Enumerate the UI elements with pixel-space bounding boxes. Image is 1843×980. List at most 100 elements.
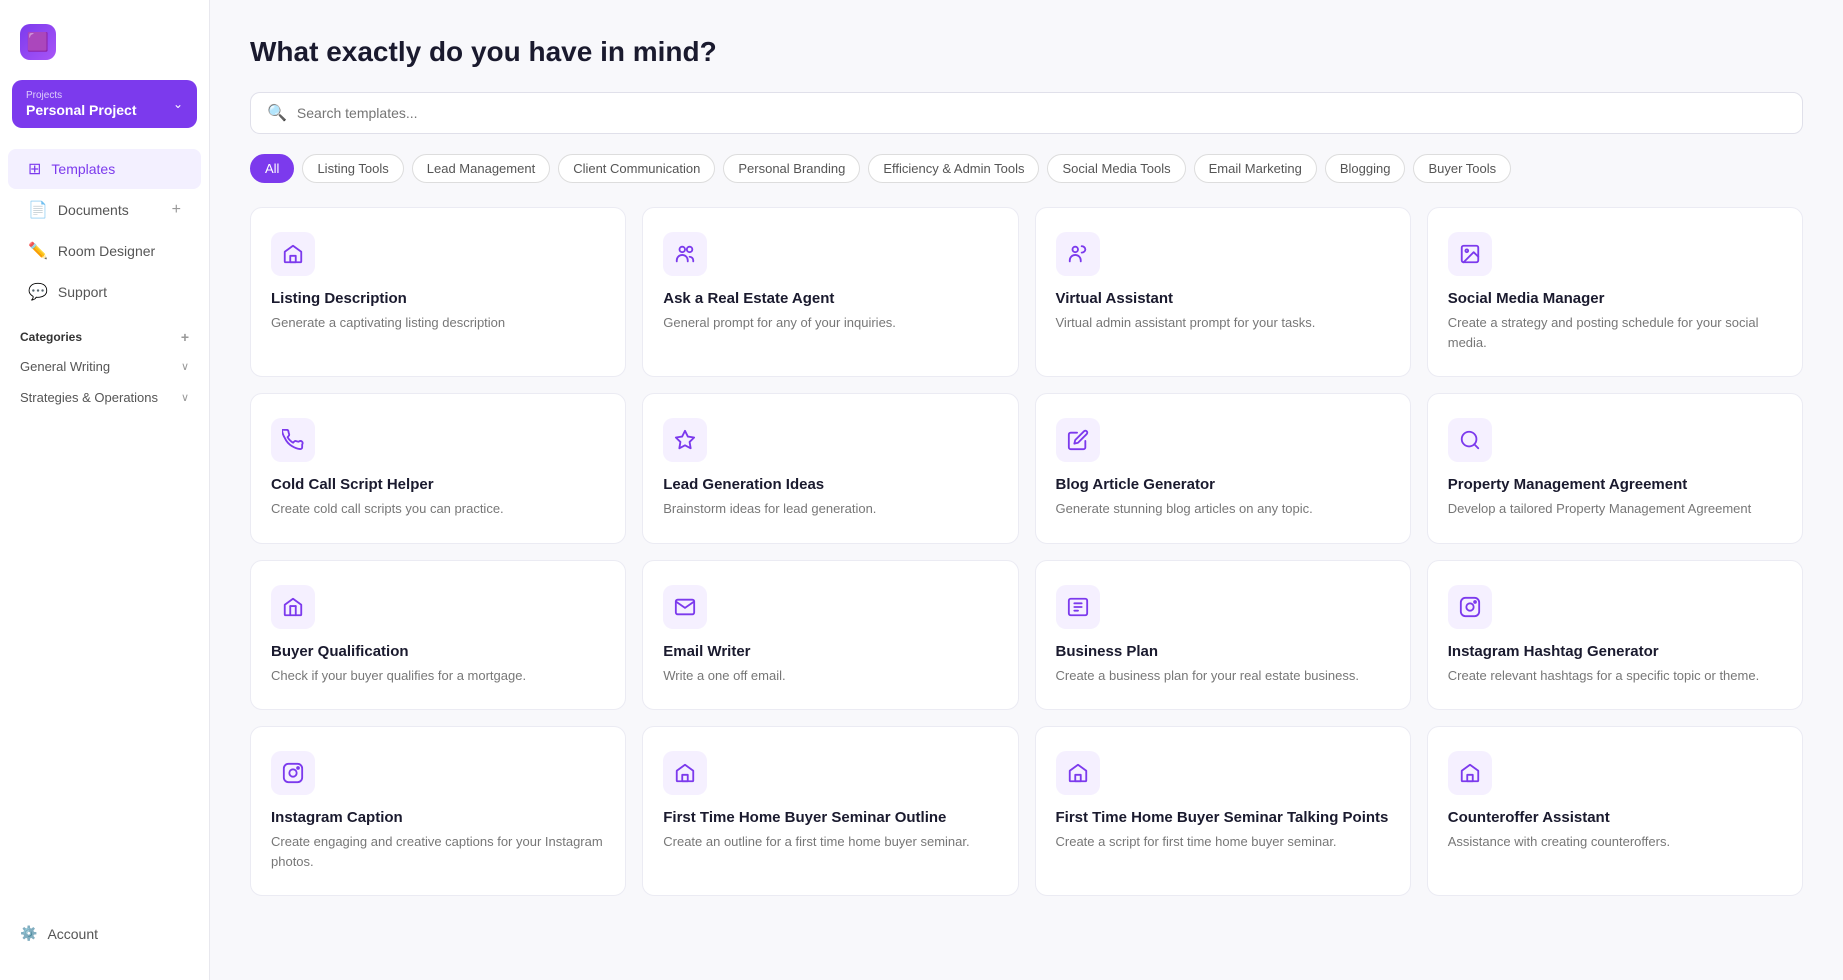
card-icon-counteroffer-assistant	[1448, 751, 1492, 795]
card-desc-business-plan: Create a business plan for your real est…	[1056, 666, 1390, 686]
card-icon-ask-real-estate-agent	[663, 232, 707, 276]
filter-tag-blogging[interactable]: Blogging	[1325, 154, 1406, 183]
card-title-instagram-hashtag-generator: Instagram Hashtag Generator	[1448, 643, 1782, 660]
filter-tag-buyer-tools[interactable]: Buyer Tools	[1413, 154, 1511, 183]
card-blog-article-generator[interactable]: Blog Article Generator Generate stunning…	[1035, 393, 1411, 544]
card-title-property-management-agreement: Property Management Agreement	[1448, 476, 1782, 493]
filter-tag-efficiency-admin[interactable]: Efficiency & Admin Tools	[868, 154, 1039, 183]
category-item-general-writing[interactable]: General Writing ∨	[0, 351, 209, 382]
add-document-button[interactable]: +	[172, 201, 181, 219]
card-title-first-time-home-buyer-talking-points: First Time Home Buyer Seminar Talking Po…	[1056, 809, 1390, 826]
filter-tags: All Listing Tools Lead Management Client Co…	[250, 154, 1803, 183]
card-desc-virtual-assistant: Virtual admin assistant prompt for your …	[1056, 313, 1390, 333]
card-ask-real-estate-agent[interactable]: Ask a Real Estate Agent General prompt f…	[642, 207, 1018, 377]
page-title: What exactly do you have in mind?	[250, 36, 1803, 68]
nav-label-room-designer: Room Designer	[58, 243, 155, 259]
gear-icon: ⚙️	[20, 925, 37, 942]
add-category-button[interactable]: +	[181, 329, 189, 345]
card-desc-first-time-home-buyer-outline: Create an outline for a first time home …	[663, 832, 997, 852]
category-label-general-writing: General Writing	[20, 359, 110, 374]
card-icon-instagram-caption	[271, 751, 315, 795]
nav-label-support: Support	[58, 284, 107, 300]
card-title-buyer-qualification: Buyer Qualification	[271, 643, 605, 660]
logo-area: 🟪	[0, 16, 209, 80]
card-instagram-hashtag-generator[interactable]: Instagram Hashtag Generator Create relev…	[1427, 560, 1803, 711]
card-desc-first-time-home-buyer-talking-points: Create a script for first time home buye…	[1056, 832, 1390, 852]
project-label: Projects	[26, 90, 137, 101]
card-lead-generation-ideas[interactable]: Lead Generation Ideas Brainstorm ideas f…	[642, 393, 1018, 544]
filter-tag-all[interactable]: All	[250, 154, 294, 183]
card-property-management-agreement[interactable]: Property Management Agreement Develop a …	[1427, 393, 1803, 544]
nav-label-templates: Templates	[51, 161, 115, 177]
room-designer-icon: ✏️	[28, 241, 48, 261]
account-item[interactable]: ⚙️ Account	[8, 915, 201, 952]
cards-grid: Listing Description Generate a captivati…	[250, 207, 1803, 896]
card-title-blog-article-generator: Blog Article Generator	[1056, 476, 1390, 493]
card-desc-property-management-agreement: Develop a tailored Property Management A…	[1448, 499, 1782, 519]
card-social-media-manager[interactable]: Social Media Manager Create a strategy a…	[1427, 207, 1803, 377]
card-listing-description[interactable]: Listing Description Generate a captivati…	[250, 207, 626, 377]
card-icon-lead-generation-ideas	[663, 418, 707, 462]
card-icon-blog-article-generator	[1056, 418, 1100, 462]
sidebar-item-support[interactable]: 💬 Support	[8, 272, 201, 312]
filter-tag-email-marketing[interactable]: Email Marketing	[1194, 154, 1317, 183]
card-icon-first-time-home-buyer-talking-points	[1056, 751, 1100, 795]
card-desc-instagram-hashtag-generator: Create relevant hashtags for a specific …	[1448, 666, 1782, 686]
sidebar-bottom: ⚙️ Account	[0, 903, 209, 964]
card-desc-lead-generation-ideas: Brainstorm ideas for lead generation.	[663, 499, 997, 519]
filter-tag-listing-tools[interactable]: Listing Tools	[302, 154, 403, 183]
support-icon: 💬	[28, 282, 48, 302]
card-desc-listing-description: Generate a captivating listing descripti…	[271, 313, 605, 333]
category-item-strategies-operations[interactable]: Strategies & Operations ∨	[0, 382, 209, 413]
search-bar: 🔍	[250, 92, 1803, 134]
card-title-business-plan: Business Plan	[1056, 643, 1390, 660]
card-desc-ask-real-estate-agent: General prompt for any of your inquiries…	[663, 313, 997, 333]
card-desc-counteroffer-assistant: Assistance with creating counteroffers.	[1448, 832, 1782, 852]
card-icon-first-time-home-buyer-outline	[663, 751, 707, 795]
filter-tag-client-communication[interactable]: Client Communication	[558, 154, 715, 183]
documents-icon: 📄	[28, 200, 48, 220]
account-label: Account	[47, 926, 98, 942]
card-desc-social-media-manager: Create a strategy and posting schedule f…	[1448, 313, 1782, 352]
filter-tag-lead-management[interactable]: Lead Management	[412, 154, 550, 183]
card-title-counteroffer-assistant: Counteroffer Assistant	[1448, 809, 1782, 826]
sidebar: 🟪 Projects Personal Project ⌄ ⊞ Template…	[0, 0, 210, 980]
card-title-first-time-home-buyer-outline: First Time Home Buyer Seminar Outline	[663, 809, 997, 826]
categories-title: Categories	[20, 330, 82, 344]
app-logo: 🟪	[20, 24, 56, 60]
card-title-ask-real-estate-agent: Ask a Real Estate Agent	[663, 290, 997, 307]
card-title-email-writer: Email Writer	[663, 643, 997, 660]
card-title-cold-call-script: Cold Call Script Helper	[271, 476, 605, 493]
card-icon-instagram-hashtag-generator	[1448, 585, 1492, 629]
card-instagram-caption[interactable]: Instagram Caption Create engaging and cr…	[250, 726, 626, 896]
filter-tag-personal-branding[interactable]: Personal Branding	[723, 154, 860, 183]
card-desc-email-writer: Write a one off email.	[663, 666, 997, 686]
category-chevron-strategies-operations: ∨	[181, 391, 189, 404]
card-counteroffer-assistant[interactable]: Counteroffer Assistant Assistance with c…	[1427, 726, 1803, 896]
card-title-lead-generation-ideas: Lead Generation Ideas	[663, 476, 997, 493]
project-selector[interactable]: Projects Personal Project ⌄	[12, 80, 197, 128]
categories-list: General Writing ∨ Strategies & Operation…	[0, 351, 209, 413]
card-email-writer[interactable]: Email Writer Write a one off email.	[642, 560, 1018, 711]
sidebar-item-templates[interactable]: ⊞ Templates	[8, 149, 201, 189]
card-desc-buyer-qualification: Check if your buyer qualifies for a mort…	[271, 666, 605, 686]
search-input[interactable]	[297, 105, 1786, 121]
sidebar-item-room-designer[interactable]: ✏️ Room Designer	[8, 231, 201, 271]
card-title-instagram-caption: Instagram Caption	[271, 809, 605, 826]
card-icon-buyer-qualification	[271, 585, 315, 629]
card-first-time-home-buyer-talking-points[interactable]: First Time Home Buyer Seminar Talking Po…	[1035, 726, 1411, 896]
card-icon-cold-call-script	[271, 418, 315, 462]
card-cold-call-script[interactable]: Cold Call Script Helper Create cold call…	[250, 393, 626, 544]
project-name: Personal Project	[26, 102, 137, 118]
templates-icon: ⊞	[28, 159, 41, 179]
card-icon-property-management-agreement	[1448, 418, 1492, 462]
card-business-plan[interactable]: Business Plan Create a business plan for…	[1035, 560, 1411, 711]
category-label-strategies-operations: Strategies & Operations	[20, 390, 158, 405]
sidebar-item-documents[interactable]: 📄 Documents +	[8, 190, 201, 230]
filter-tag-social-media[interactable]: Social Media Tools	[1047, 154, 1185, 183]
card-icon-listing-description	[271, 232, 315, 276]
card-icon-virtual-assistant	[1056, 232, 1100, 276]
card-virtual-assistant[interactable]: Virtual Assistant Virtual admin assistan…	[1035, 207, 1411, 377]
card-buyer-qualification[interactable]: Buyer Qualification Check if your buyer …	[250, 560, 626, 711]
card-first-time-home-buyer-outline[interactable]: First Time Home Buyer Seminar Outline Cr…	[642, 726, 1018, 896]
